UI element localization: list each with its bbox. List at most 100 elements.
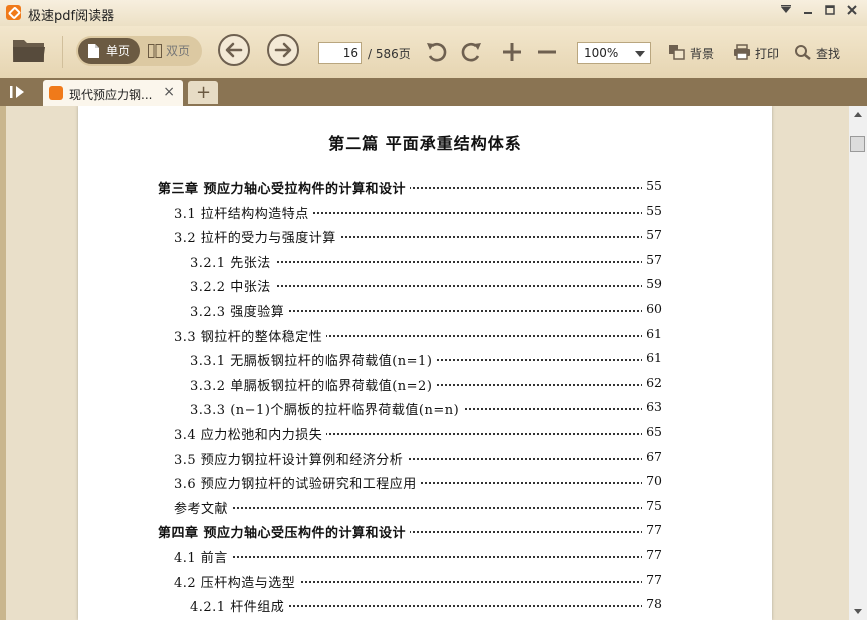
toc-entry-page: 57 [642, 227, 662, 243]
page-number-input[interactable] [318, 42, 362, 64]
toc-entry-title: 3.1 拉杆结构构造特点 [174, 202, 313, 222]
toc-entry[interactable]: 3.6 预应力钢拉杆的试验研究和工程应用 70 [174, 473, 662, 495]
single-page-icon [88, 44, 99, 58]
scroll-up-icon[interactable] [849, 106, 867, 122]
toc-entry-title: 4.2 压杆构造与选型 [174, 571, 300, 591]
app-logo-icon [6, 5, 21, 20]
double-page-label: 双页 [166, 44, 191, 58]
single-page-label: 单页 [106, 44, 131, 58]
minus-icon [538, 50, 556, 54]
toc-entry-page: 75 [642, 497, 662, 513]
toc-entry[interactable]: 3.1 拉杆结构构造特点 55 [174, 202, 662, 225]
tab-document[interactable]: 现代预应力钢... × [43, 80, 183, 106]
double-page-icon [148, 44, 162, 58]
toc-entry-page: 77 [642, 547, 662, 562]
open-folder-icon[interactable] [12, 36, 46, 64]
toc-entry-page: 77 [642, 522, 662, 538]
toc-entry-page: 60 [642, 301, 662, 316]
toc-leader-dots [174, 506, 662, 509]
toc-entry[interactable]: 3.2.2 中张法 59 [190, 276, 662, 298]
toc-entry-title: 3.3.1 无膈板钢拉杆的临界荷载值(n=1) [190, 350, 437, 370]
toc-entry-title: 3.3.3 (n−1)个膈板的拉杆临界荷载值(n=n) [190, 399, 464, 419]
toc-entry-page: 67 [642, 448, 662, 464]
toc-entry-title: 4.2.1 杆件组成 [190, 596, 289, 616]
tab-document-label: 现代预应力钢... [69, 88, 153, 102]
toc-entry-page: 78 [642, 596, 662, 612]
view-mode-group: 单页 双页 [76, 36, 202, 66]
title-bar: 极速pdf阅读器 [0, 0, 867, 26]
menu-icon[interactable] [776, 3, 796, 21]
minimize-icon[interactable] [798, 3, 818, 21]
new-tab-button[interactable]: + [188, 81, 218, 104]
toc-entry-title: 3.4 应力松弛和内力损失 [174, 424, 327, 443]
toc-entry[interactable]: 第三章 预应力轴心受拉构件的计算和设计 55 [158, 178, 662, 200]
toc-entry-title: 3.5 预应力钢拉杆设计算例和经济分析 [174, 448, 408, 468]
toc-entry[interactable]: 3.3.3 (n−1)个膈板的拉杆临界荷载值(n=n) 63 [190, 399, 662, 421]
zoom-out-button[interactable] [535, 40, 561, 64]
toc-entry-page: 61 [642, 350, 662, 366]
app-title: 极速pdf阅读器 [28, 9, 115, 24]
search-icon [795, 45, 811, 60]
toc-leader-dots [174, 556, 662, 558]
toolbar-divider [62, 36, 63, 68]
print-label: 打印 [755, 47, 780, 61]
print-button[interactable]: 打印 [733, 43, 783, 63]
toc-entry[interactable]: 4.1 前言 77 [174, 547, 662, 569]
zoom-in-button[interactable] [500, 40, 526, 64]
toc-entry-page: 61 [642, 325, 662, 341]
rotate-right-icon [461, 42, 481, 62]
chevron-down-icon [635, 51, 645, 57]
toc-entry-page: 65 [642, 424, 662, 439]
toc-entry[interactable]: 3.3.1 无膈板钢拉杆的临界荷载值(n=1) 61 [190, 350, 662, 372]
scroll-thumb[interactable] [850, 136, 865, 152]
sidebar-toggle-icon[interactable] [8, 84, 30, 100]
page-heading: 第二篇 平面承重结构体系 [328, 134, 522, 153]
document-viewer[interactable]: 第二篇 平面承重结构体系 第三章 预应力轴心受拉构件的计算和设计 55 3.1 拉杆… [0, 106, 849, 620]
toc-entry[interactable]: 3.3 钢拉杆的整体稳定性 61 [174, 325, 662, 348]
toc-entry-title: 3.6 预应力钢拉杆的试验研究和工程应用 [174, 473, 421, 493]
search-button[interactable]: 查找 [794, 43, 844, 63]
toc-entry-page: 55 [642, 202, 662, 218]
toc-entry-page: 62 [642, 374, 662, 390]
zoom-select[interactable]: 100% [577, 42, 651, 64]
rotate-right-button[interactable] [458, 40, 484, 64]
next-page-button[interactable] [267, 34, 299, 66]
toc-entry-page: 55 [642, 178, 662, 193]
document-tab-icon [49, 86, 63, 100]
toc-entry-title: 第四章 预应力轴心受压构件的计算和设计 [158, 522, 411, 542]
toc-entry-title: 3.3 钢拉杆的整体稳定性 [174, 325, 327, 345]
plus-icon: + [196, 82, 212, 103]
toc-entry-page: 70 [642, 473, 662, 489]
toc-entry[interactable]: 3.4 应力松弛和内力损失 65 [174, 424, 662, 446]
vertical-scrollbar[interactable] [849, 106, 867, 620]
toc-entry[interactable]: 第四章 预应力轴心受压构件的计算和设计 77 [158, 522, 662, 544]
toc-entry[interactable]: 3.2.3 强度验算 60 [190, 301, 662, 323]
plus-icon [503, 43, 521, 61]
background-button[interactable]: 背景 [668, 43, 720, 63]
background-label: 背景 [690, 47, 715, 61]
close-icon[interactable] [842, 3, 862, 21]
tab-close-icon[interactable]: × [163, 84, 175, 100]
toc-entry[interactable]: 参考文献 75 [174, 497, 662, 520]
rotate-left-button[interactable] [424, 40, 450, 64]
toc-entry[interactable]: 4.2.1 杆件组成 78 [190, 596, 662, 618]
rotate-left-icon [427, 42, 447, 62]
toc-entry[interactable]: 3.2 拉杆的受力与强度计算 57 [174, 227, 662, 249]
maximize-icon[interactable] [820, 3, 840, 21]
toc-entry[interactable]: 4.2 压杆构造与选型 77 [174, 571, 662, 594]
scroll-down-icon[interactable] [849, 604, 867, 620]
double-page-button[interactable]: 双页 [142, 38, 200, 64]
search-label: 查找 [816, 47, 841, 61]
toolbar: 单页 双页 / 586页 [0, 26, 867, 79]
toc-entry[interactable]: 3.3.2 单膈板钢拉杆的临界荷载值(n=2) 62 [190, 374, 662, 397]
single-page-button[interactable]: 单页 [78, 38, 140, 64]
toc-entry[interactable]: 3.5 预应力钢拉杆设计算例和经济分析 67 [174, 448, 662, 471]
background-icon [669, 45, 685, 60]
viewer-left-border [0, 106, 6, 620]
zoom-value: 100% [584, 46, 619, 60]
toc-entry-title: 3.2.2 中张法 [190, 276, 275, 296]
toc-entry-title: 第三章 预应力轴心受拉构件的计算和设计 [158, 178, 411, 197]
previous-page-button[interactable] [218, 34, 250, 66]
toc-entry[interactable]: 3.2.1 先张法 57 [190, 251, 662, 274]
toc-entry-title: 4.1 前言 [174, 547, 232, 566]
